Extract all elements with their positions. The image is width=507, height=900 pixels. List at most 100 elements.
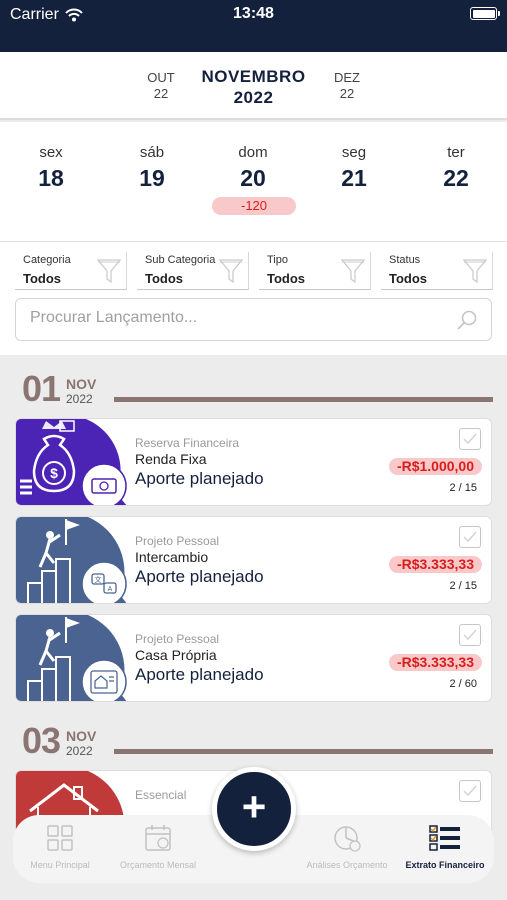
month-navigator: OUT 22 NOVEMBRO 2022 DEZ 22: [0, 52, 507, 120]
funnel-icon: [462, 259, 488, 284]
filter-value: Todos: [267, 271, 306, 286]
card-checkbox[interactable]: [459, 780, 481, 802]
day-name: sex: [39, 144, 63, 161]
svg-text:文: 文: [95, 575, 102, 584]
card-title: Aporte planejado: [135, 469, 264, 488]
transaction-card[interactable]: 文 A Projeto Pessoal Intercambio Aporte p…: [15, 516, 492, 604]
tab-menu-principal[interactable]: Menu Principal: [13, 823, 107, 871]
day-number: 18: [38, 165, 64, 191]
money-bag-icon: $: [16, 419, 128, 505]
card-category: Projeto Pessoal: [135, 534, 220, 548]
tab-label: Análises Orçamento: [306, 860, 388, 870]
card-amount: -R$1.000,00: [388, 458, 482, 475]
card-checkbox[interactable]: [459, 526, 481, 548]
transaction-card[interactable]: Projeto Pessoal Casa Própria Aporte plan…: [15, 614, 492, 702]
day-item-selected[interactable]: dom 20: [213, 144, 293, 192]
tab-extrato-financeiro[interactable]: Extrato Financeiro: [398, 823, 492, 871]
day-item[interactable]: sex 18: [11, 144, 91, 192]
card-checkbox[interactable]: [459, 428, 481, 450]
filter-tipo[interactable]: Tipo Todos: [259, 252, 371, 290]
group-month: NOV: [66, 728, 97, 744]
tab-label: Menu Principal: [30, 860, 90, 870]
card-title: Aporte planejado: [135, 567, 264, 586]
funnel-icon: [218, 259, 244, 284]
current-month: NOVEMBRO 2022: [180, 66, 327, 108]
funnel-icon: [340, 259, 366, 284]
current-month-label: NOVEMBRO: [201, 67, 306, 86]
date-group-header: 01 NOV 2022: [0, 368, 507, 409]
filter-sub-categoria[interactable]: Sub Categoria Todos: [137, 252, 249, 290]
group-day: 01: [22, 368, 61, 409]
next-month-label: DEZ: [334, 70, 360, 85]
filter-value: Todos: [389, 271, 428, 286]
group-year: 2022: [66, 392, 93, 406]
battery-icon: [470, 7, 500, 20]
date-group-header: 03 NOV 2022: [0, 720, 507, 761]
day-item[interactable]: ter 22: [416, 144, 496, 192]
grid-icon: [47, 825, 73, 851]
prev-month-label: OUT: [147, 70, 175, 85]
calendar-icon: [145, 825, 171, 851]
climber-flag-icon: [16, 615, 128, 701]
svg-text:A: A: [108, 586, 113, 593]
day-name: dom: [238, 144, 268, 161]
filter-status[interactable]: Status Todos: [381, 252, 493, 290]
day-strip: sex 18 sáb 19 dom 20 seg 21 ter 22 -120: [0, 122, 507, 242]
day-name: seg: [341, 144, 367, 161]
tab-label: Extrato Financeiro: [405, 860, 485, 870]
day-balance-badge: -120: [212, 197, 296, 215]
card-amount: -R$3.333,33: [388, 556, 482, 573]
card-category: Essencial: [135, 788, 187, 802]
filter-label: Categoria: [23, 254, 71, 266]
card-installment-count: 2 / 15: [449, 482, 477, 494]
day-item[interactable]: sáb 19: [112, 144, 192, 192]
tab-orcamento-mensal[interactable]: Orçamento Mensal: [111, 823, 205, 871]
day-name: ter: [447, 144, 465, 161]
search-box[interactable]: [15, 298, 492, 341]
group-month: NOV: [66, 376, 97, 392]
search-input[interactable]: [30, 309, 450, 327]
check-icon: [463, 433, 477, 445]
card-installment-count: 2 / 60: [449, 678, 477, 690]
group-day: 03: [22, 720, 61, 761]
filters-area: Categoria Todos Sub Categoria Todos Tipo…: [0, 242, 507, 355]
day-number: 19: [139, 165, 165, 191]
card-installment-count: 2 / 15: [449, 580, 477, 592]
check-icon: [463, 629, 477, 641]
card-category: Reserva Financeira: [135, 436, 240, 450]
card-category: Projeto Pessoal: [135, 632, 220, 646]
day-number: 22: [443, 165, 469, 191]
day-number: 20: [240, 165, 266, 191]
add-transaction-button[interactable]: +: [212, 767, 296, 851]
statement-icon: [429, 825, 460, 851]
next-month-year: 22: [339, 86, 355, 101]
search-icon[interactable]: [455, 308, 479, 332]
current-month-year: 2022: [233, 88, 274, 107]
prev-month-button[interactable]: OUT 22: [136, 70, 186, 102]
filter-label: Status: [389, 254, 421, 266]
climber-flag-icon: 文 A: [16, 517, 128, 603]
date-divider: [114, 749, 493, 754]
filter-value: Todos: [23, 271, 62, 286]
group-year: 2022: [66, 744, 93, 758]
transaction-card[interactable]: $ Reserva Financeira Renda Fixa Aporte p…: [15, 418, 492, 506]
card-checkbox[interactable]: [459, 624, 481, 646]
card-subcategory: Casa Própria: [135, 647, 217, 663]
filter-label: Tipo: [267, 254, 288, 266]
filter-label: Sub Categoria: [145, 254, 216, 266]
tab-label: Orçamento Mensal: [119, 860, 197, 870]
status-bar: Carrier 13:48: [0, 0, 507, 52]
day-item[interactable]: seg 21: [314, 144, 394, 192]
next-month-button[interactable]: DEZ 22: [322, 70, 372, 102]
check-icon: [463, 785, 477, 797]
check-icon: [463, 531, 477, 543]
card-subcategory: Intercambio: [135, 549, 209, 565]
day-name: sáb: [139, 144, 165, 161]
card-amount: -R$3.333,33: [388, 654, 482, 671]
svg-text:$: $: [50, 465, 58, 481]
funnel-icon: [96, 259, 122, 284]
filter-categoria[interactable]: Categoria Todos: [15, 252, 127, 290]
prev-month-year: 22: [153, 86, 169, 101]
tab-analises-orcamento[interactable]: Análises Orçamento: [300, 823, 394, 871]
card-subcategory: Renda Fixa: [135, 451, 207, 467]
